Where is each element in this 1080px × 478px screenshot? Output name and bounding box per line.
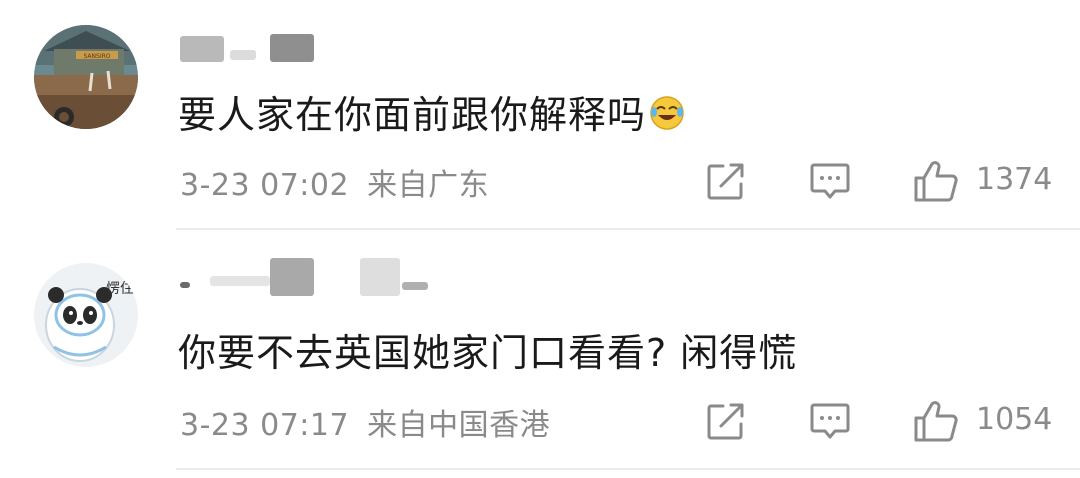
comment-text: 你要不去英国她家门口看看? 闲得慌 xyxy=(178,322,797,377)
like-button[interactable] xyxy=(912,160,960,204)
comment-text: 要人家在你面前跟你解释吗 xyxy=(178,84,686,141)
repost-button[interactable] xyxy=(705,160,747,202)
comment-text-content: 要人家在你面前跟你解释吗 xyxy=(178,93,647,137)
comment-text-content: 你要不去英国她家门口看看? 闲得慌 xyxy=(178,331,798,375)
reply-button[interactable] xyxy=(808,400,852,442)
divider xyxy=(176,228,1080,230)
avatar-image: SANSIRO xyxy=(34,25,138,129)
timestamp: 3-23 07:17 xyxy=(180,408,350,443)
like-count: 1054 xyxy=(976,402,1053,437)
repost-icon xyxy=(707,163,744,200)
timestamp: 3-23 07:02 xyxy=(180,168,350,203)
username-redacted[interactable] xyxy=(180,256,480,296)
thumbs-up-icon xyxy=(914,161,958,202)
like-count: 1374 xyxy=(976,162,1053,197)
avatar-image: 愣住 xyxy=(34,263,138,367)
repost-icon xyxy=(707,403,744,440)
like-button[interactable] xyxy=(912,400,960,444)
comment-meta: 3-23 07:17 来自中国香港 xyxy=(180,400,550,444)
laugh-cry-emoji xyxy=(648,94,686,141)
avatar-sign-text: SANSIRO xyxy=(84,53,111,60)
avatar-caption-text: 愣住 xyxy=(106,281,134,297)
username-redacted[interactable] xyxy=(180,30,480,64)
avatar[interactable]: SANSIRO xyxy=(34,25,138,129)
location: 来自中国香港 xyxy=(367,408,551,443)
comment-icon xyxy=(810,403,850,439)
comment-icon xyxy=(810,163,850,199)
avatar[interactable]: 愣住 xyxy=(34,263,138,367)
divider xyxy=(176,468,1080,470)
thumbs-up-icon xyxy=(914,401,958,442)
comment-item: SANSIRO 要人家在你面前跟你解释吗 3-23 07:02 来自广东 137… xyxy=(0,0,1080,230)
location: 来自广东 xyxy=(367,168,490,203)
comment-item: 愣住 你要不去英国她家门口看看? 闲得慌 3-23 07:17 来自中国香港 1… xyxy=(0,232,1080,478)
comment-meta: 3-23 07:02 来自广东 xyxy=(180,160,489,204)
reply-button[interactable] xyxy=(808,160,852,202)
repost-button[interactable] xyxy=(705,400,747,442)
